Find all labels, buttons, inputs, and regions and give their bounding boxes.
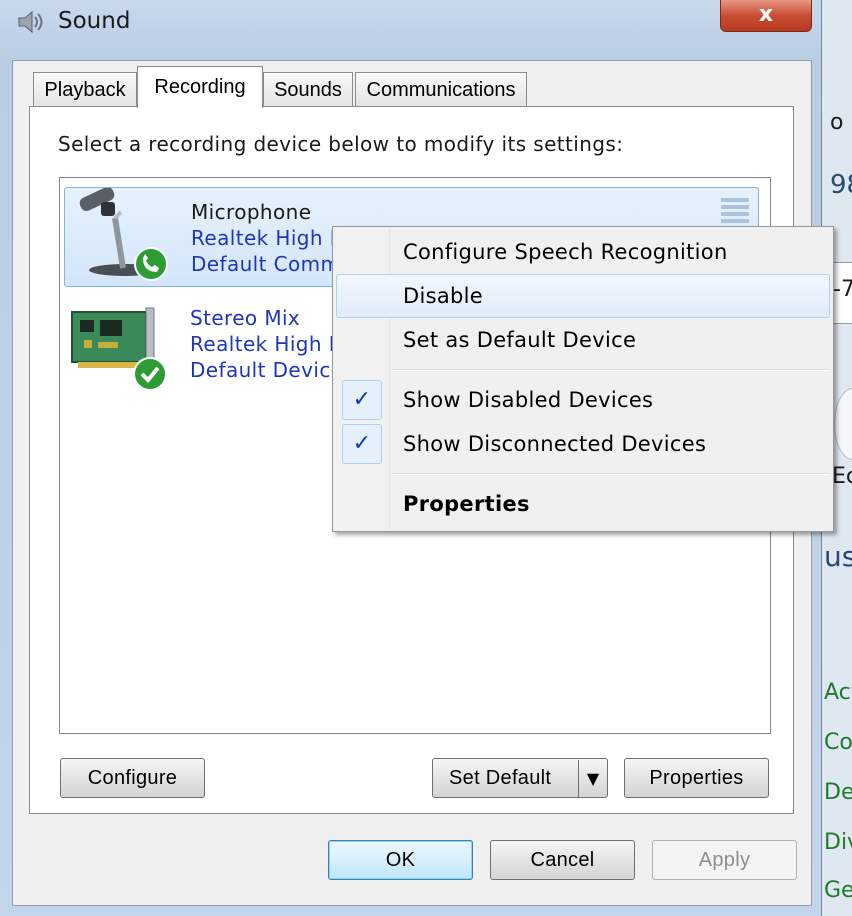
menu-item-show-disconnected-devices[interactable]: ✓ Show Disconnected Devices xyxy=(336,422,830,466)
bg-text-fragment: Des xyxy=(824,780,852,805)
configure-button[interactable]: Configure xyxy=(60,758,205,798)
speaker-icon xyxy=(18,10,43,34)
close-button[interactable]: x xyxy=(720,0,812,32)
bg-text-fragment: Div xyxy=(824,830,852,855)
tab-recording[interactable]: Recording xyxy=(137,66,263,108)
bg-text-fragment: 98 xyxy=(830,170,852,200)
checkmark-icon: ✓ xyxy=(342,380,382,420)
device-name: Stereo Mix xyxy=(190,306,301,330)
instruction-text: Select a recording device below to modif… xyxy=(58,132,624,156)
chevron-down-icon[interactable]: ▼ xyxy=(580,760,606,798)
menu-item-properties[interactable]: Properties xyxy=(336,482,830,526)
split-divider xyxy=(578,760,579,798)
menu-item-label: Properties xyxy=(403,492,530,516)
close-icon: x xyxy=(758,2,774,27)
menu-item-show-disabled-devices[interactable]: ✓ Show Disabled Devices xyxy=(336,378,830,422)
menu-item-configure-speech-recognition[interactable]: Configure Speech Recognition xyxy=(336,230,830,274)
tab-label: Communications xyxy=(366,79,516,101)
set-default-label: Set Default xyxy=(449,767,552,789)
menu-separator xyxy=(393,473,829,475)
bg-text-fragment: Act xyxy=(824,680,852,705)
menu-item-disable[interactable]: Disable xyxy=(336,274,830,318)
tab-label: Recording xyxy=(154,76,246,98)
device-driver: Realtek High I xyxy=(190,332,336,356)
menu-item-set-as-default-device[interactable]: Set as Default Device xyxy=(336,318,830,362)
tab-communications[interactable]: Communications xyxy=(355,72,527,106)
phone-check-icon xyxy=(134,247,168,281)
tab-label: Sounds xyxy=(274,79,342,101)
apply-button[interactable]: Apply xyxy=(652,840,797,880)
menu-item-label: Disable xyxy=(403,284,483,308)
bg-text-fragment: o D xyxy=(830,110,852,135)
context-menu: Configure Speech Recognition Disable Set… xyxy=(332,226,834,532)
green-check-icon xyxy=(133,357,167,391)
bg-text-fragment: -7 xyxy=(833,277,852,302)
window-title: Sound xyxy=(58,8,131,34)
menu-item-label: Configure Speech Recognition xyxy=(403,240,728,264)
tab-label: Playback xyxy=(44,79,126,101)
device-status: Default Comm xyxy=(191,252,341,276)
menu-separator xyxy=(393,369,829,371)
device-driver: Realtek High I xyxy=(191,226,337,250)
ok-button[interactable]: OK xyxy=(328,840,473,880)
tab-playback[interactable]: Playback xyxy=(33,72,137,106)
cancel-button[interactable]: Cancel xyxy=(490,840,635,880)
tab-sounds[interactable]: Sounds xyxy=(263,72,353,106)
title-bar[interactable]: Sound x xyxy=(0,0,822,46)
level-meter-icon xyxy=(721,198,749,224)
menu-item-label: Show Disconnected Devices xyxy=(403,432,707,456)
bg-text-fragment: Get xyxy=(824,878,852,903)
checkmark-icon: ✓ xyxy=(342,424,382,464)
device-status: Default Device xyxy=(190,358,344,382)
menu-item-label: Show Disabled Devices xyxy=(403,388,654,412)
bg-circle xyxy=(834,388,852,460)
menu-item-label: Set as Default Device xyxy=(403,328,637,352)
bg-text-fragment: Col xyxy=(824,730,852,755)
bg-text-fragment: Ec xyxy=(832,464,852,489)
device-name: Microphone xyxy=(191,200,312,224)
properties-button[interactable]: Properties xyxy=(624,758,769,798)
bg-text-fragment: us xyxy=(824,540,852,573)
